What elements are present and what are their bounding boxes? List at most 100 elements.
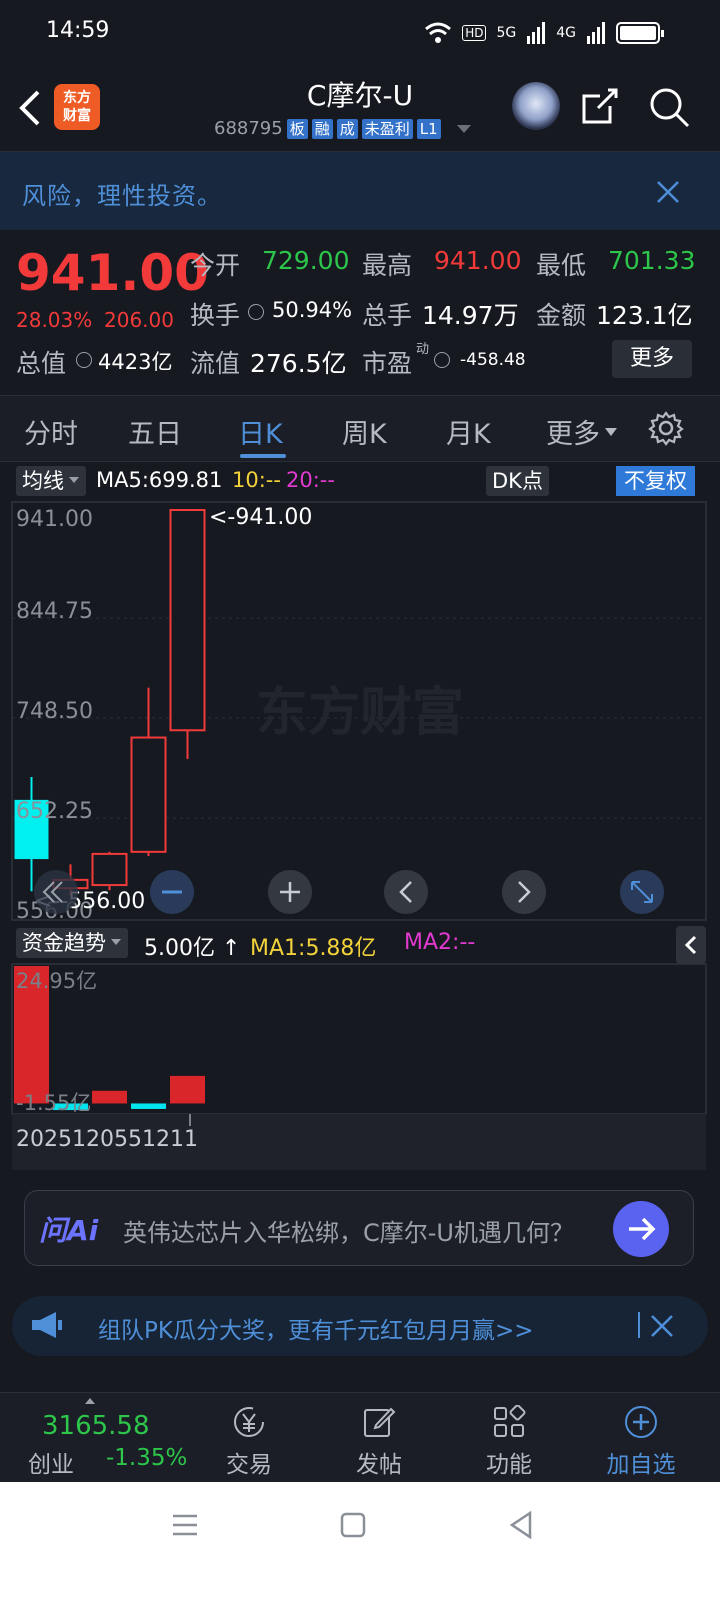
pe-value: -458.48 [460,350,526,370]
y-tick-label: 652.25 [16,799,93,824]
bottom-action-bar: 3165.58 创业 -1.35% 交易 发帖 功能 加自选 [0,1392,720,1482]
promo-close-icon[interactable] [650,1314,674,1338]
change-amount: 206.00 [104,308,174,332]
tag-unprofitable: 未盈利 [361,118,413,139]
ai-question-text: 英伟达芯片入华松绑，C摩尔-U机遇几何？ [123,1219,574,1247]
pe-dynamic-mark: 动 [416,342,430,357]
zoom-out-button[interactable] [150,870,194,914]
tag-rong: 融 [311,118,333,139]
ask-submit-button[interactable] [613,1201,669,1257]
funds-bottom-label: -1.55亿 [16,1091,91,1115]
search-icon[interactable] [648,86,690,128]
collapse-panel-button[interactable] [676,926,706,964]
ai-question-box[interactable]: 问Ai 英伟达芯片入华松绑，C摩尔-U机遇几何？ [24,1190,694,1266]
caret-up-icon [85,1398,95,1404]
tab-monthly-k[interactable]: 月K [446,412,491,451]
fullscreen-button[interactable] [620,870,664,914]
ma20-value: 20:-- [286,468,335,492]
candle-body [169,509,206,732]
grid-icon [494,1405,526,1437]
float-value: 276.5亿 [250,349,347,378]
risk-text: 风险，理性投资。 [22,182,222,210]
max-price-label: <-941.00 [209,505,312,530]
funds-bar [170,1075,205,1104]
tag-ban: 板 [286,118,308,139]
date-end: 51211 [128,1127,198,1152]
turnover-info-icon[interactable] [248,304,264,320]
post-label: 发帖 [356,1452,402,1478]
home-icon[interactable] [340,1512,366,1538]
amount-value: 123.1亿 [596,301,693,330]
scroll-left-button[interactable] [384,870,428,914]
functions-button[interactable]: 功能 [454,1405,564,1479]
promo-text: 组队PK瓜分大奖，更有千元红包月月赢>> [98,1318,534,1344]
share-icon[interactable] [580,86,620,126]
kline-chart[interactable]: 东方财富 941.00844.75748.50652.25556.00 <-94… [0,500,720,1180]
dropdown-icon[interactable] [455,123,473,135]
caret-down-icon [605,428,617,436]
trade-label: 交易 [226,1452,272,1478]
close-icon[interactable] [656,180,680,204]
mktcap-label: 总值 [16,349,67,378]
mktcap-value: 4423亿 [98,350,173,374]
ma-legend-row: 均线 MA5:699.81 10:-- 20:-- DK点 [0,466,720,500]
prev-left-double-button[interactable] [34,870,78,914]
yuan-icon [234,1407,264,1437]
ma-selector[interactable]: 均线 [16,466,86,496]
funds-selector[interactable]: 资金趋势 [16,928,128,958]
y-tick-label: 844.75 [16,599,93,624]
settings-icon[interactable] [648,410,684,446]
plus-circle-icon [625,1406,657,1438]
megaphone-icon [32,1312,62,1338]
index-name: 创业 [28,1452,74,1478]
watermark: 东方财富 [256,684,464,742]
tab-more[interactable]: 更多 [546,412,618,451]
post-button[interactable]: 发帖 [324,1405,434,1479]
more-quote-button[interactable]: 更多 [612,340,692,378]
open-value: 729.00 [262,246,350,275]
ma-selector-label: 均线 [22,469,64,493]
tab-daily-k[interactable]: 日K [238,412,283,451]
clock: 14:59 [46,18,110,43]
tab-intraday[interactable]: 分时 [24,412,78,451]
funds-legend-row: 资金趋势 5.00亿 ↑ MA1:5.88亿 MA2:-- [0,926,720,964]
info-icon[interactable] [76,352,92,368]
menu-icon[interactable] [172,1512,198,1538]
funds-top-label: 24.95亿 [16,969,97,993]
scroll-right-button[interactable] [502,870,546,914]
dk-point-button[interactable]: DK点 [486,466,549,496]
hd-icon: HD [462,25,487,41]
index-change: -1.35% [106,1445,188,1471]
adjust-button[interactable]: 不复权 [616,466,695,496]
pe-info-icon[interactable] [434,352,450,368]
period-tabs: 分时 五日 日K 周K 月K 更多 [0,396,720,462]
index-value[interactable]: 3165.58 [42,1411,150,1441]
tab-weekly-k[interactable]: 周K [342,412,387,451]
amount-label: 金额 [536,301,587,330]
ai-assistant-icon[interactable] [512,82,560,130]
funds-bar [92,1090,127,1104]
float-label: 流值 [190,349,241,378]
funds-ma2: MA2:-- [404,930,476,955]
tab-five-day[interactable]: 五日 [128,412,182,451]
candle-body [91,852,128,887]
back-nav-icon[interactable] [508,1510,534,1540]
risk-banner: 风险，理性投资。 [0,152,720,230]
funds-ma1: MA1:5.88亿 [250,936,377,961]
dk-point-label: DK点 [492,469,543,493]
volume-label: 总手 [362,301,413,330]
pe-label: 市盈 [362,349,413,378]
candle-body [130,736,167,853]
arrow-right-icon [629,1217,656,1241]
battery-icon [616,22,664,44]
system-nav-bar [0,1482,720,1600]
low-value: 701.33 [608,246,696,275]
add-watchlist-button[interactable]: 加自选 [586,1405,696,1479]
zoom-in-button[interactable] [268,870,312,914]
signal-icon-2 [587,22,605,44]
promo-banner[interactable]: 组队PK瓜分大奖，更有千元红包月月赢>> [12,1296,708,1356]
stock-header: 东方财富 C摩尔-U 688795 板 融 成 未盈利 L1 [0,66,720,152]
wifi-icon [425,22,452,43]
trade-button[interactable]: 交易 [194,1405,304,1479]
funds-value: 5.00亿 ↑ [144,936,241,961]
